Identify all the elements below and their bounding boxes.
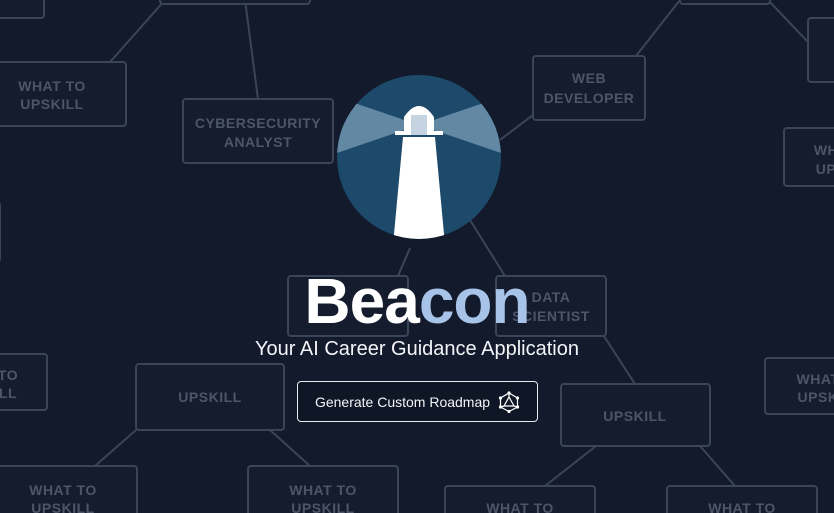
- svg-text:UP: UP: [816, 161, 834, 177]
- graph-node-what-to-upskill-3: WHAT TO UPSKILL: [247, 465, 399, 513]
- svg-text:UPSKILL: UPSKILL: [31, 500, 94, 513]
- generate-roadmap-label: Generate Custom Roadmap: [314, 393, 491, 410]
- graph-network-icon: [498, 390, 520, 413]
- app-tagline: Your AI Career Guidance Application: [255, 338, 579, 360]
- svg-text:WHAT TO: WHAT TO: [486, 500, 554, 513]
- svg-text:WHAT TO: WHAT TO: [29, 482, 97, 498]
- graph-node-upskill-left: UPSKILL: [135, 363, 285, 431]
- graph-node-to-ll-left: TO LL: [0, 353, 48, 411]
- graph-node-what-to-upskill-2: WHAT TO UPSKILL: [0, 465, 138, 513]
- app-title-part1: Bea: [304, 265, 419, 337]
- graph-node-what-to-upskill-5: WHAT TO: [666, 485, 818, 513]
- graph-node-top-left: [0, 0, 45, 19]
- svg-text:WHAT TO: WHAT TO: [708, 500, 776, 513]
- app-title: Beacon: [0, 266, 834, 336]
- svg-text:LL: LL: [0, 385, 17, 401]
- app-title-part2: con: [418, 265, 531, 337]
- svg-text:UPSKILL: UPSKILL: [20, 96, 83, 112]
- svg-text:TO: TO: [0, 367, 18, 383]
- graph-node-cybersecurity-analyst: CYBERSECURITY ANALYST: [182, 98, 334, 164]
- svg-text:CYBERSECURITY: CYBERSECURITY: [195, 115, 321, 131]
- graph-node-top-center: [159, 0, 311, 5]
- lighthouse-icon: [337, 75, 501, 239]
- svg-text:UPSKILL: UPSKILL: [178, 389, 241, 405]
- graph-node-what-upsk-right: WHAT UPSK: [764, 357, 834, 415]
- svg-text:WEB: WEB: [572, 70, 606, 86]
- svg-text:WHAT: WHAT: [797, 371, 834, 387]
- graph-node-right-wh: WH UP: [783, 127, 834, 187]
- graph-node-what-to-upskill-4: WHAT TO: [444, 485, 596, 513]
- svg-text:WHAT TO: WHAT TO: [289, 482, 357, 498]
- svg-text:DEVELOPER: DEVELOPER: [544, 90, 635, 106]
- svg-text:UPSKILL: UPSKILL: [603, 408, 666, 424]
- graph-node-what-to-upskill-1: WHAT TO UPSKILL: [0, 61, 127, 127]
- lighthouse-logo: [337, 75, 501, 239]
- svg-text:WHAT TO: WHAT TO: [18, 78, 86, 94]
- graph-node-top-right: [679, 0, 771, 5]
- graph-node-right-top: [807, 17, 834, 83]
- svg-text:ANALYST: ANALYST: [224, 134, 292, 150]
- generate-roadmap-button[interactable]: Generate Custom Roadmap: [297, 381, 538, 422]
- svg-text:WH: WH: [814, 142, 834, 158]
- graph-node-web-developer: WEB DEVELOPER: [532, 55, 646, 121]
- svg-text:UPSK: UPSK: [798, 389, 834, 405]
- graph-node-upskill-right: UPSKILL: [560, 383, 711, 447]
- svg-text:UPSKILL: UPSKILL: [291, 500, 354, 513]
